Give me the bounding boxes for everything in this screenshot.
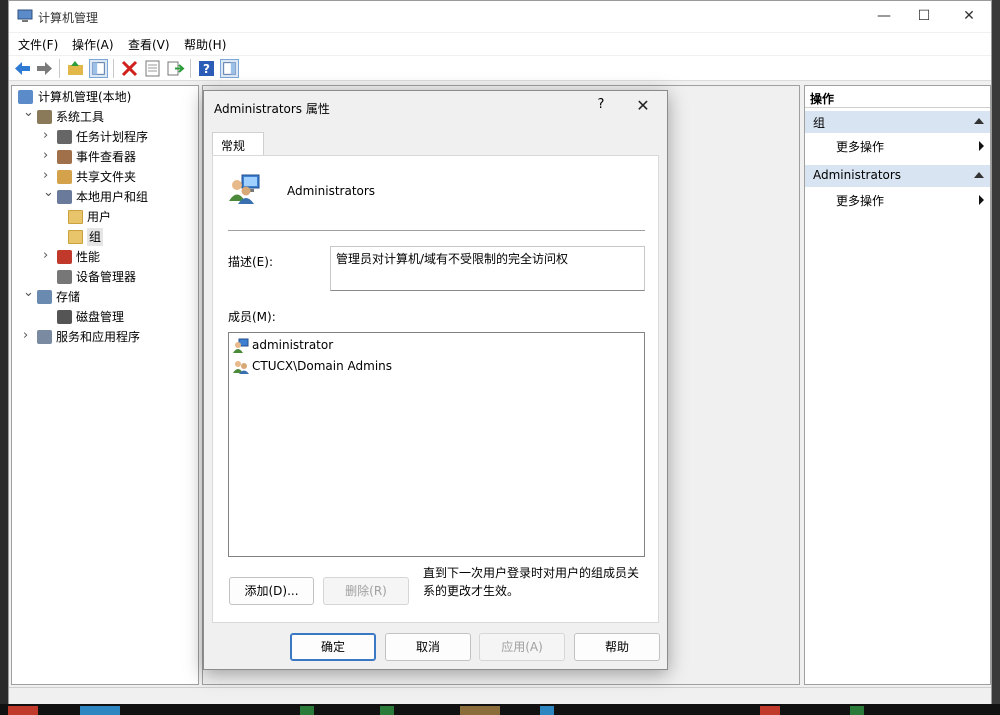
status-bar — [9, 687, 991, 704]
tree-item-label: 任务计划程序 — [76, 130, 149, 144]
dialog-close-button[interactable]: ✕ — [635, 96, 651, 115]
show-hide-tree-icon[interactable] — [89, 59, 108, 78]
cancel-button[interactable]: 取消 — [385, 633, 471, 661]
tree-item-label: 设备管理器 — [76, 270, 137, 284]
device-manager-icon — [57, 270, 72, 284]
menu-action[interactable]: 操作(A) — [72, 36, 114, 53]
tree-item-label: 计算机管理(本地) — [38, 90, 132, 104]
membership-note: 直到下一次用户登录时对用户的组成员关系的更改才生效。 — [423, 566, 640, 598]
help-button[interactable]: 帮助 — [574, 633, 660, 661]
chevron-down-icon[interactable]: ⌄ — [23, 104, 34, 122]
tools-icon — [37, 110, 52, 124]
tree-item-label: 本地用户和组 — [76, 190, 149, 204]
group-icon — [229, 174, 260, 204]
toolbar-separator — [113, 59, 114, 78]
up-folder-icon[interactable] — [66, 59, 85, 78]
desktop-background-left — [0, 0, 8, 715]
dialog-title: Administrators 属性 — [214, 102, 330, 116]
menu-help[interactable]: 帮助(H) — [184, 36, 226, 53]
collapse-up-icon[interactable] — [974, 118, 984, 124]
group-name: Administrators — [287, 184, 376, 198]
tree-item-label: 服务和应用程序 — [56, 330, 141, 344]
computer-icon — [18, 90, 33, 104]
toolbar: ? — [9, 56, 991, 81]
tree-item-label: 组 — [87, 228, 104, 246]
ok-button[interactable]: 确定 — [290, 633, 376, 661]
menu-bar: 文件(F) 操作(A) 查看(V) 帮助(H) — [9, 33, 991, 55]
add-member-button[interactable]: 添加(D)... — [229, 577, 314, 605]
action-section-title: 组 — [813, 116, 826, 130]
submenu-arrow-icon — [979, 141, 984, 151]
more-actions-administrators[interactable]: 更多操作 — [836, 192, 986, 209]
general-tab-panel: Administrators 描述(E): 管理员对计算机/域有不受限制的完全访… — [212, 155, 659, 623]
maximize-button[interactable]: ☐ — [901, 1, 947, 32]
folder-icon — [68, 210, 83, 224]
properties-icon[interactable] — [143, 59, 162, 78]
storage-icon — [37, 290, 52, 304]
chevron-down-icon[interactable]: ⌄ — [23, 284, 34, 302]
members-label: 成员(M): — [228, 310, 276, 324]
divider — [228, 230, 645, 231]
action-section-groups[interactable]: 组 — [805, 111, 990, 133]
actions-header: 操作 — [805, 86, 990, 108]
tree-item-label: 磁盘管理 — [76, 310, 125, 324]
chevron-right-icon[interactable]: › — [43, 167, 53, 185]
close-window-button[interactable]: ✕ — [946, 1, 992, 32]
chevron-right-icon[interactable]: › — [23, 327, 33, 345]
menu-view[interactable]: 查看(V) — [128, 36, 170, 53]
chevron-down-icon[interactable]: ⌄ — [43, 184, 54, 202]
desktop-background-right — [992, 0, 1000, 715]
description-label: 描述(E): — [228, 255, 273, 269]
tree-item-label: 存储 — [56, 290, 81, 304]
chevron-right-icon[interactable]: › — [43, 147, 53, 165]
properties-dialog: Administrators 属性 ? ✕ 常规 Administrators … — [203, 90, 668, 670]
forward-arrow-icon[interactable] — [35, 59, 54, 78]
console-tree: 计算机管理(本地) ⌄ 系统工具 › 任务计划程序 › 事件查看器 › 共享文件夹 ⌄ 本地用户和组… — [11, 85, 199, 685]
menu-file[interactable]: 文件(F) — [18, 36, 58, 53]
folder-icon — [68, 230, 83, 244]
toolbar-separator — [59, 59, 60, 78]
tree-item-label: 事件查看器 — [76, 150, 137, 164]
event-viewer-icon — [57, 150, 72, 164]
shared-folder-icon — [57, 170, 72, 184]
remove-member-button[interactable]: 删除(R) — [323, 577, 409, 605]
taskbar-strip — [0, 704, 1000, 715]
collapse-up-icon[interactable] — [974, 172, 984, 178]
tree-item-label: 系统工具 — [56, 110, 105, 124]
dialog-help-button[interactable]: ? — [594, 97, 608, 112]
export-list-icon[interactable] — [166, 59, 185, 78]
performance-icon — [57, 250, 72, 264]
group-icon — [233, 361, 249, 374]
disk-management-icon — [57, 310, 72, 324]
back-arrow-icon[interactable] — [13, 59, 32, 78]
users-groups-icon — [57, 190, 72, 204]
delete-icon[interactable] — [120, 59, 139, 78]
submenu-arrow-icon — [979, 195, 984, 205]
chevron-right-icon[interactable]: › — [43, 247, 53, 265]
tree-item-label: 共享文件夹 — [76, 170, 137, 184]
tree-item-label: 性能 — [76, 250, 101, 264]
show-hide-action-pane-icon[interactable] — [220, 59, 239, 78]
window-title: 计算机管理 — [38, 11, 99, 25]
svg-text:?: ? — [203, 62, 210, 76]
title-bar[interactable]: 计算机管理 — ☐ ✕ — [9, 1, 991, 32]
chevron-right-icon[interactable]: › — [43, 127, 53, 145]
tab-general[interactable]: 常规 — [212, 132, 264, 156]
task-scheduler-icon — [57, 130, 72, 144]
apply-button[interactable]: 应用(A) — [479, 633, 565, 661]
actions-pane: 操作 组 更多操作 Administrators 更多操作 — [804, 85, 991, 685]
action-section-administrators[interactable]: Administrators — [805, 165, 990, 187]
members-list[interactable]: administrator CTUCX\Domain Admins — [228, 332, 645, 557]
more-actions-groups[interactable]: 更多操作 — [836, 138, 986, 155]
help-icon[interactable]: ? — [197, 59, 216, 78]
action-section-title: Administrators — [813, 168, 902, 182]
computer-management-icon — [17, 9, 33, 22]
user-icon — [233, 338, 249, 353]
toolbar-separator — [190, 59, 191, 78]
tree-item-label: 用户 — [87, 210, 112, 224]
description-field[interactable]: 管理员对计算机/域有不受限制的完全访问权 — [330, 246, 645, 291]
services-icon — [37, 330, 52, 344]
